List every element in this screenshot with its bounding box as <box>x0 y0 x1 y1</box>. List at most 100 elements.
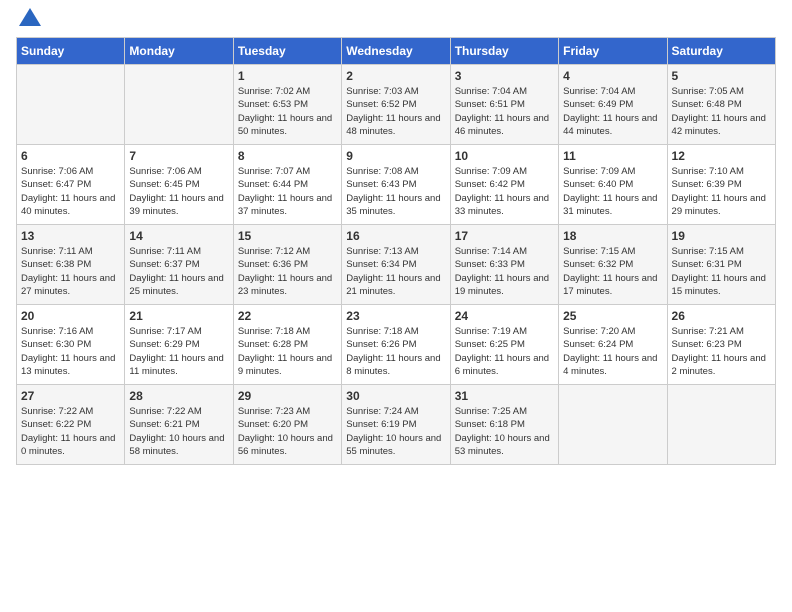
day-info: Sunrise: 7:11 AM Sunset: 6:37 PM Dayligh… <box>129 245 228 298</box>
day-number: 17 <box>455 229 554 243</box>
header-day-thursday: Thursday <box>450 38 558 65</box>
day-number: 25 <box>563 309 662 323</box>
day-info: Sunrise: 7:24 AM Sunset: 6:19 PM Dayligh… <box>346 405 445 458</box>
day-info: Sunrise: 7:04 AM Sunset: 6:51 PM Dayligh… <box>455 85 554 138</box>
calendar-cell: 13 Sunrise: 7:11 AM Sunset: 6:38 PM Dayli… <box>17 225 125 305</box>
calendar-cell: 25 Sunrise: 7:20 AM Sunset: 6:24 PM Dayli… <box>559 305 667 385</box>
day-number: 4 <box>563 69 662 83</box>
logo <box>16 16 41 27</box>
day-info: Sunrise: 7:23 AM Sunset: 6:20 PM Dayligh… <box>238 405 337 458</box>
header-day-friday: Friday <box>559 38 667 65</box>
calendar-cell: 27 Sunrise: 7:22 AM Sunset: 6:22 PM Dayli… <box>17 385 125 465</box>
day-info: Sunrise: 7:20 AM Sunset: 6:24 PM Dayligh… <box>563 325 662 378</box>
day-info: Sunrise: 7:06 AM Sunset: 6:47 PM Dayligh… <box>21 165 120 218</box>
calendar-body: 1 Sunrise: 7:02 AM Sunset: 6:53 PM Daylig… <box>17 65 776 465</box>
calendar-cell: 16 Sunrise: 7:13 AM Sunset: 6:34 PM Dayli… <box>342 225 450 305</box>
calendar-cell: 23 Sunrise: 7:18 AM Sunset: 6:26 PM Dayli… <box>342 305 450 385</box>
day-number: 19 <box>672 229 771 243</box>
day-info: Sunrise: 7:19 AM Sunset: 6:25 PM Dayligh… <box>455 325 554 378</box>
calendar-cell <box>125 65 233 145</box>
calendar-table: SundayMondayTuesdayWednesdayThursdayFrid… <box>16 37 776 465</box>
calendar-cell: 6 Sunrise: 7:06 AM Sunset: 6:47 PM Daylig… <box>17 145 125 225</box>
day-number: 22 <box>238 309 337 323</box>
calendar-cell: 28Sunrise: 7:22 AM Sunset: 6:21 PM Dayli… <box>125 385 233 465</box>
day-info: Sunrise: 7:13 AM Sunset: 6:34 PM Dayligh… <box>346 245 445 298</box>
day-number: 26 <box>672 309 771 323</box>
calendar-cell: 7 Sunrise: 7:06 AM Sunset: 6:45 PM Daylig… <box>125 145 233 225</box>
day-number: 7 <box>129 149 228 163</box>
day-number: 16 <box>346 229 445 243</box>
calendar-header: SundayMondayTuesdayWednesdayThursdayFrid… <box>17 38 776 65</box>
day-number: 9 <box>346 149 445 163</box>
week-row-4: 20Sunrise: 7:16 AM Sunset: 6:30 PM Dayli… <box>17 305 776 385</box>
header-day-sunday: Sunday <box>17 38 125 65</box>
week-row-1: 1 Sunrise: 7:02 AM Sunset: 6:53 PM Daylig… <box>17 65 776 145</box>
day-number: 3 <box>455 69 554 83</box>
day-number: 20 <box>21 309 120 323</box>
calendar-cell: 9 Sunrise: 7:08 AM Sunset: 6:43 PM Daylig… <box>342 145 450 225</box>
calendar-cell: 21Sunrise: 7:17 AM Sunset: 6:29 PM Dayli… <box>125 305 233 385</box>
header-day-monday: Monday <box>125 38 233 65</box>
day-info: Sunrise: 7:17 AM Sunset: 6:29 PM Dayligh… <box>129 325 228 378</box>
calendar-cell: 18 Sunrise: 7:15 AM Sunset: 6:32 PM Dayli… <box>559 225 667 305</box>
day-number: 10 <box>455 149 554 163</box>
day-number: 5 <box>672 69 771 83</box>
day-info: Sunrise: 7:18 AM Sunset: 6:26 PM Dayligh… <box>346 325 445 378</box>
calendar-cell: 22 Sunrise: 7:18 AM Sunset: 6:28 PM Dayli… <box>233 305 341 385</box>
calendar-cell: 8 Sunrise: 7:07 AM Sunset: 6:44 PM Daylig… <box>233 145 341 225</box>
calendar-cell: 3 Sunrise: 7:04 AM Sunset: 6:51 PM Daylig… <box>450 65 558 145</box>
day-info: Sunrise: 7:08 AM Sunset: 6:43 PM Dayligh… <box>346 165 445 218</box>
calendar-cell <box>559 385 667 465</box>
calendar-cell: 30 Sunrise: 7:24 AM Sunset: 6:19 PM Dayli… <box>342 385 450 465</box>
day-info: Sunrise: 7:21 AM Sunset: 6:23 PM Dayligh… <box>672 325 771 378</box>
day-number: 6 <box>21 149 120 163</box>
day-info: Sunrise: 7:18 AM Sunset: 6:28 PM Dayligh… <box>238 325 337 378</box>
calendar-cell: 12Sunrise: 7:10 AM Sunset: 6:39 PM Dayli… <box>667 145 775 225</box>
day-info: Sunrise: 7:09 AM Sunset: 6:42 PM Dayligh… <box>455 165 554 218</box>
calendar-cell: 4 Sunrise: 7:04 AM Sunset: 6:49 PM Daylig… <box>559 65 667 145</box>
header-day-tuesday: Tuesday <box>233 38 341 65</box>
day-info: Sunrise: 7:09 AM Sunset: 6:40 PM Dayligh… <box>563 165 662 218</box>
day-info: Sunrise: 7:06 AM Sunset: 6:45 PM Dayligh… <box>129 165 228 218</box>
day-number: 8 <box>238 149 337 163</box>
calendar-cell: 26 Sunrise: 7:21 AM Sunset: 6:23 PM Dayli… <box>667 305 775 385</box>
week-row-2: 6 Sunrise: 7:06 AM Sunset: 6:47 PM Daylig… <box>17 145 776 225</box>
day-info: Sunrise: 7:22 AM Sunset: 6:22 PM Dayligh… <box>21 405 120 458</box>
calendar-cell: 2 Sunrise: 7:03 AM Sunset: 6:52 PM Daylig… <box>342 65 450 145</box>
day-number: 1 <box>238 69 337 83</box>
header-row: SundayMondayTuesdayWednesdayThursdayFrid… <box>17 38 776 65</box>
week-row-3: 13 Sunrise: 7:11 AM Sunset: 6:38 PM Dayli… <box>17 225 776 305</box>
day-info: Sunrise: 7:14 AM Sunset: 6:33 PM Dayligh… <box>455 245 554 298</box>
calendar-cell: 19Sunrise: 7:15 AM Sunset: 6:31 PM Dayli… <box>667 225 775 305</box>
calendar-cell: 14 Sunrise: 7:11 AM Sunset: 6:37 PM Dayli… <box>125 225 233 305</box>
day-info: Sunrise: 7:07 AM Sunset: 6:44 PM Dayligh… <box>238 165 337 218</box>
day-info: Sunrise: 7:10 AM Sunset: 6:39 PM Dayligh… <box>672 165 771 218</box>
calendar-cell: 17 Sunrise: 7:14 AM Sunset: 6:33 PM Dayli… <box>450 225 558 305</box>
calendar-cell: 1 Sunrise: 7:02 AM Sunset: 6:53 PM Daylig… <box>233 65 341 145</box>
day-number: 2 <box>346 69 445 83</box>
calendar-cell: 20Sunrise: 7:16 AM Sunset: 6:30 PM Dayli… <box>17 305 125 385</box>
day-info: Sunrise: 7:22 AM Sunset: 6:21 PM Dayligh… <box>129 405 228 458</box>
calendar-cell: 5Sunrise: 7:05 AM Sunset: 6:48 PM Daylig… <box>667 65 775 145</box>
calendar-cell: 10 Sunrise: 7:09 AM Sunset: 6:42 PM Dayli… <box>450 145 558 225</box>
calendar-cell: 31Sunrise: 7:25 AM Sunset: 6:18 PM Dayli… <box>450 385 558 465</box>
day-number: 14 <box>129 229 228 243</box>
day-number: 23 <box>346 309 445 323</box>
day-info: Sunrise: 7:11 AM Sunset: 6:38 PM Dayligh… <box>21 245 120 298</box>
day-number: 27 <box>21 389 120 403</box>
header-day-wednesday: Wednesday <box>342 38 450 65</box>
day-number: 18 <box>563 229 662 243</box>
day-info: Sunrise: 7:02 AM Sunset: 6:53 PM Dayligh… <box>238 85 337 138</box>
calendar-cell <box>17 65 125 145</box>
day-number: 13 <box>21 229 120 243</box>
day-number: 11 <box>563 149 662 163</box>
day-info: Sunrise: 7:03 AM Sunset: 6:52 PM Dayligh… <box>346 85 445 138</box>
calendar-cell <box>667 385 775 465</box>
day-number: 30 <box>346 389 445 403</box>
day-info: Sunrise: 7:04 AM Sunset: 6:49 PM Dayligh… <box>563 85 662 138</box>
calendar-cell: 29Sunrise: 7:23 AM Sunset: 6:20 PM Dayli… <box>233 385 341 465</box>
page-header <box>16 16 776 27</box>
day-number: 24 <box>455 309 554 323</box>
day-info: Sunrise: 7:15 AM Sunset: 6:32 PM Dayligh… <box>563 245 662 298</box>
day-info: Sunrise: 7:25 AM Sunset: 6:18 PM Dayligh… <box>455 405 554 458</box>
